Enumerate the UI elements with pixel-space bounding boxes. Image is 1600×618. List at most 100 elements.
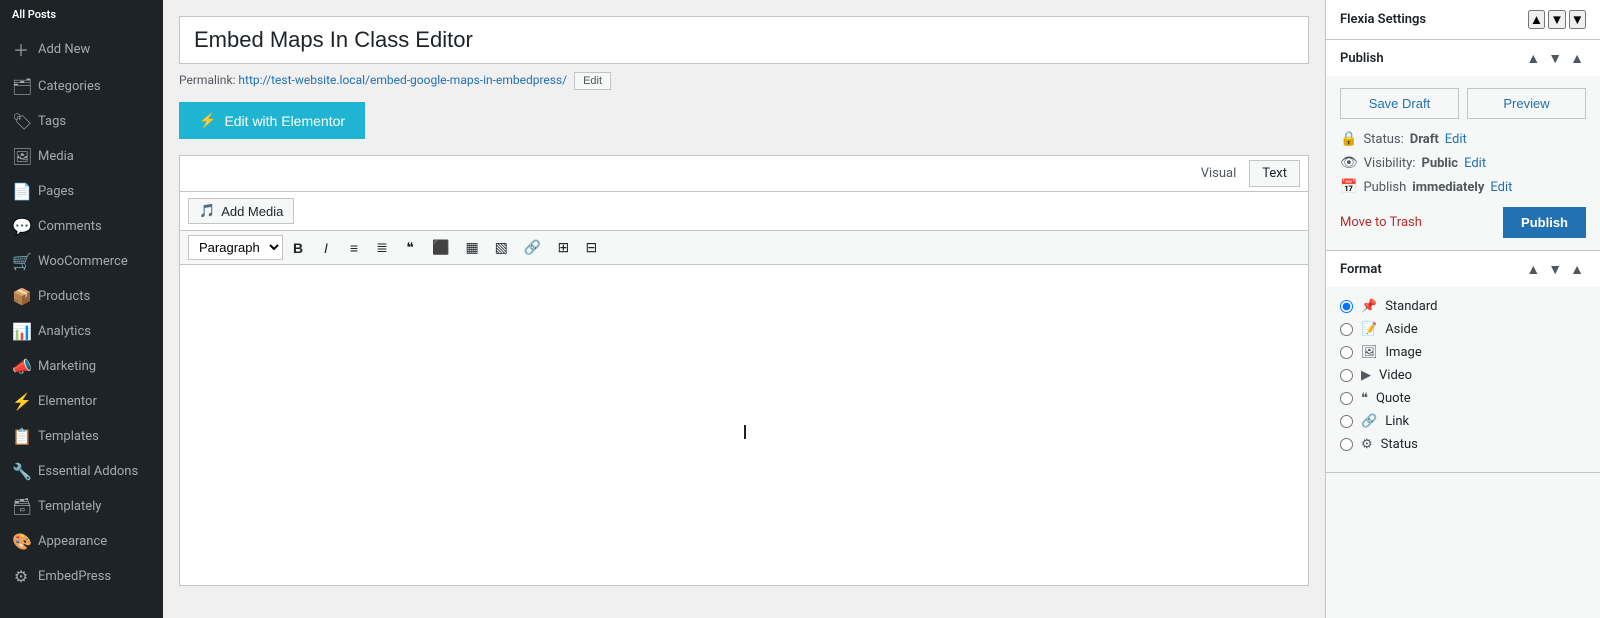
sidebar-label-essential-addons: Essential Addons (38, 464, 138, 479)
elementor-edit-button[interactable]: ⚡ Edit with Elementor (179, 102, 365, 139)
format-option-image[interactable]: 🖼 Image (1340, 345, 1586, 360)
sidebar-item-products[interactable]: 📦 Products (0, 279, 163, 314)
elementor-btn-label: Edit with Elementor (224, 113, 345, 129)
sidebar-icon-pages: 📄 (12, 182, 30, 201)
blockquote-button[interactable]: ❝ (397, 235, 423, 260)
unordered-list-button[interactable]: ≡ (341, 236, 367, 260)
editor-toolbar: Paragraph B I ≡ ≣ ❝ ⬛ ▦ ▧ 🔗 ⊞ ⊟ (180, 231, 1308, 265)
sidebar-icon-tags: 🏷 (12, 112, 30, 131)
editor-tab-bar: Visual Text (180, 156, 1308, 192)
align-left-button[interactable]: ⬛ (425, 235, 456, 260)
sidebar-item-categories[interactable]: 🗂 Categories (0, 69, 163, 104)
sidebar-label-templately: Templately (38, 499, 101, 514)
add-media-button[interactable]: 🎵 Add Media (188, 198, 294, 224)
sidebar-label-analytics: Analytics (38, 324, 91, 339)
format-option-video[interactable]: ▶ Video (1340, 368, 1586, 383)
move-trash-link[interactable]: Move to Trash (1340, 215, 1422, 230)
publish-edit-link[interactable]: Edit (1490, 180, 1512, 195)
sidebar-icon-elementor: ⚡ (12, 392, 30, 411)
format-option-status[interactable]: ⚙ Status (1340, 437, 1586, 452)
flexia-settings-label: Flexia Settings (1340, 12, 1426, 27)
align-center-button[interactable]: ▦ (458, 235, 485, 260)
format-radio-image[interactable] (1340, 346, 1353, 359)
format-down-button[interactable]: ▼ (1546, 261, 1564, 277)
more-button[interactable]: ⊟ (578, 235, 604, 260)
sidebar-item-add-new[interactable]: ＋ Add New (0, 29, 163, 69)
permalink-edit-button[interactable]: Edit (574, 72, 611, 90)
format-radio-video[interactable] (1340, 369, 1353, 382)
status-edit-link[interactable]: Edit (1445, 132, 1467, 147)
visibility-edit-link[interactable]: Edit (1464, 156, 1486, 171)
publish-down-button[interactable]: ▼ (1546, 50, 1564, 66)
sidebar-item-comments[interactable]: 💬 Comments (0, 209, 163, 244)
format-radio-standard[interactable] (1340, 300, 1353, 313)
flexia-up-button[interactable]: ▲ (1528, 10, 1545, 29)
main-content: Permalink: http://test-website.local/emb… (163, 0, 1325, 618)
tab-visual[interactable]: Visual (1188, 160, 1250, 187)
format-radio-quote[interactable] (1340, 392, 1353, 405)
link-button[interactable]: 🔗 (517, 235, 548, 260)
sidebar-label-pages: Pages (38, 184, 74, 199)
sidebar-item-essential-addons[interactable]: 🔧 Essential Addons (0, 454, 163, 489)
format-icon-link: 🔗 (1361, 414, 1377, 429)
align-right-button[interactable]: ▧ (488, 235, 515, 260)
sidebar-item-analytics[interactable]: 📊 Analytics (0, 314, 163, 349)
preview-button[interactable]: Preview (1467, 88, 1586, 119)
save-draft-button[interactable]: Save Draft (1340, 88, 1459, 119)
format-radio-aside[interactable] (1340, 323, 1353, 336)
sidebar-item-appearance[interactable]: 🎨 Appearance (0, 524, 163, 559)
sidebar-label-appearance: Appearance (38, 534, 107, 549)
publish-up-button[interactable]: ▲ (1524, 50, 1542, 66)
permalink-label: Permalink: (179, 73, 235, 87)
sidebar-item-templately[interactable]: 🗃 Templately (0, 489, 163, 524)
sidebar-item-pages[interactable]: 📄 Pages (0, 174, 163, 209)
sidebar-item-embedpress[interactable]: ⚙ EmbedPress (0, 559, 163, 594)
publish-header-controls: ▲ ▼ ▲ (1524, 50, 1586, 66)
sidebar-icon-templates: 📋 (12, 427, 30, 446)
sidebar-icon-embedpress: ⚙ (12, 567, 30, 586)
sidebar-item-marketing[interactable]: 📣 Marketing (0, 349, 163, 384)
format-option-standard[interactable]: 📌 Standard (1340, 299, 1586, 314)
format-section-header[interactable]: Format ▲ ▼ ▲ (1326, 251, 1600, 287)
format-option-link[interactable]: 🔗 Link (1340, 414, 1586, 429)
sidebar-label-templates: Templates (38, 429, 99, 444)
sidebar-item-woocommerce[interactable]: 🛒 WooCommerce (0, 244, 163, 279)
flexia-toggle-button[interactable]: ▼ (1569, 10, 1586, 29)
tab-text[interactable]: Text (1249, 160, 1300, 187)
sidebar-item-elementor[interactable]: ⚡ Elementor (0, 384, 163, 419)
italic-button[interactable]: I (313, 236, 339, 260)
format-label-quote: Quote (1376, 391, 1411, 406)
ordered-list-button[interactable]: ≣ (369, 235, 395, 260)
format-icon-aside: 📝 (1361, 322, 1377, 337)
format-option-aside[interactable]: 📝 Aside (1340, 322, 1586, 337)
table-button[interactable]: ⊞ (550, 235, 576, 260)
format-option-quote[interactable]: ❝ Quote (1340, 391, 1586, 406)
sidebar-icon-comments: 💬 (12, 217, 30, 236)
paragraph-select[interactable]: Paragraph (188, 235, 283, 260)
bold-button[interactable]: B (285, 236, 311, 260)
format-label-status: Status (1381, 437, 1418, 452)
sidebar-label-media: Media (38, 149, 74, 164)
publish-collapse-button[interactable]: ▲ (1568, 50, 1586, 66)
format-label-standard: Standard (1385, 299, 1437, 314)
flexia-down-button[interactable]: ▼ (1548, 10, 1565, 29)
sidebar-label-products: Products (38, 289, 90, 304)
sidebar-item-media[interactable]: 🖼 Media (0, 139, 163, 174)
flexia-controls: ▲ ▼ ▼ (1528, 10, 1586, 29)
sidebar-item-tags[interactable]: 🏷 Tags (0, 104, 163, 139)
sidebar-label-elementor: Elementor (38, 394, 97, 409)
format-up-button[interactable]: ▲ (1524, 261, 1542, 277)
publish-section-header[interactable]: Publish ▲ ▼ ▲ (1326, 40, 1600, 76)
permalink-url[interactable]: http://test-website.local/embed-google-m… (238, 73, 567, 87)
editor-content-area[interactable] (180, 265, 1308, 585)
status-label: Status: (1363, 132, 1403, 147)
post-title-input[interactable] (179, 16, 1309, 64)
format-icon-status: ⚙ (1361, 437, 1373, 452)
publish-actions-row: Save Draft Preview (1340, 88, 1586, 119)
format-radio-link[interactable] (1340, 415, 1353, 428)
sidebar-item-templates[interactable]: 📋 Templates (0, 419, 163, 454)
format-collapse-button[interactable]: ▲ (1568, 261, 1586, 277)
format-radio-status[interactable] (1340, 438, 1353, 451)
publish-button[interactable]: Publish (1503, 207, 1586, 238)
visibility-row: 👁 Visibility: Public Edit (1340, 155, 1586, 171)
